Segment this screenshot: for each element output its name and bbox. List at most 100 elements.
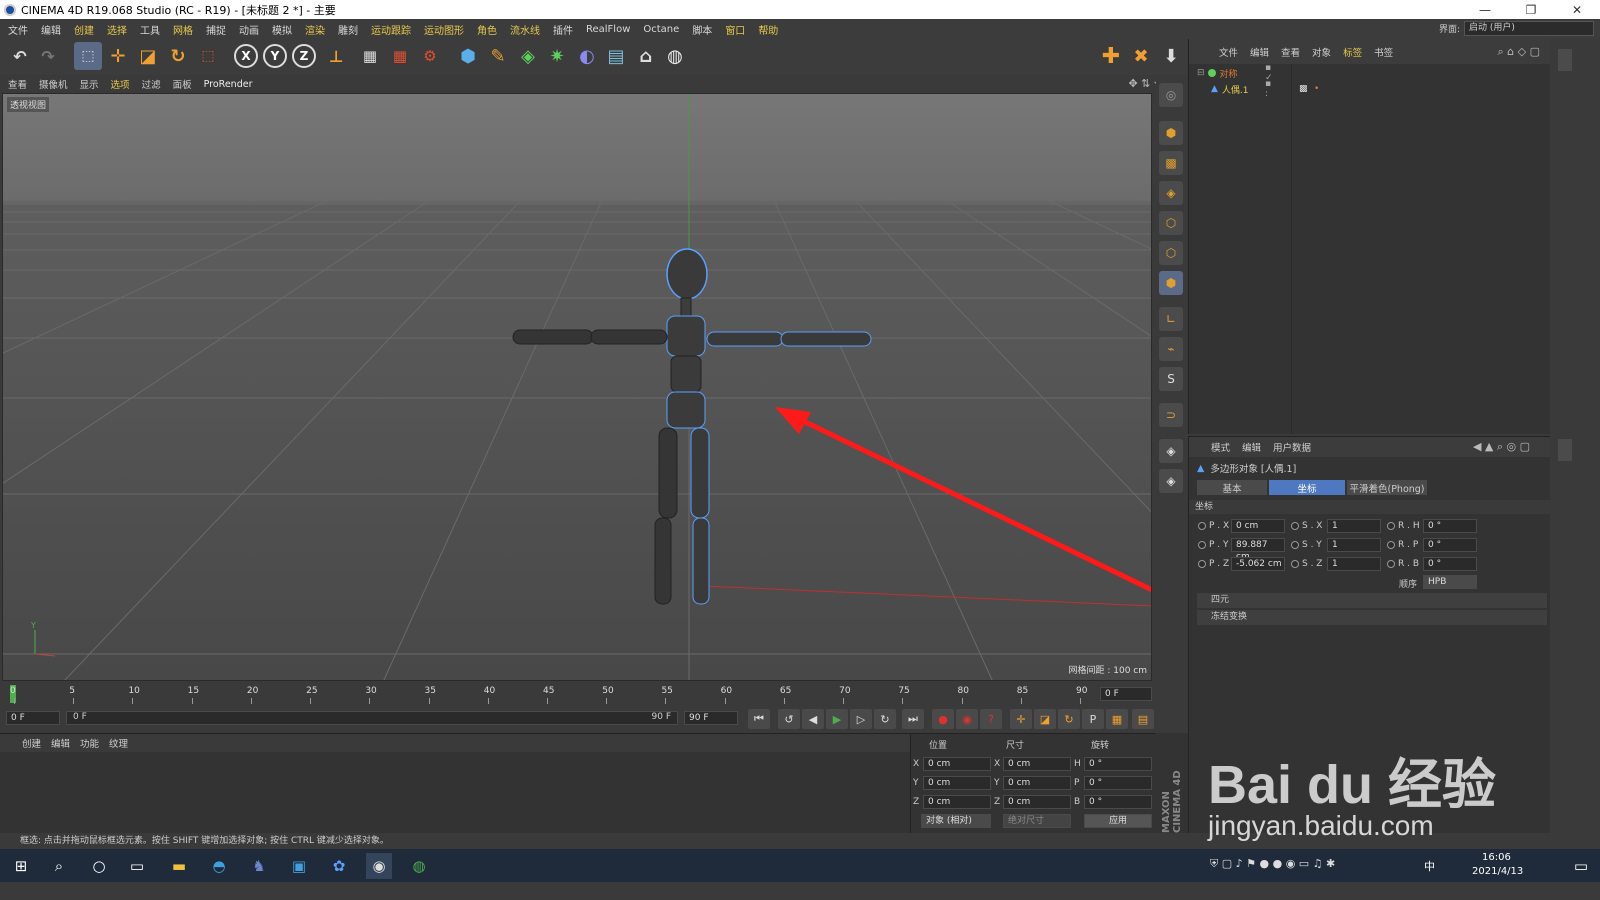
menu-simulate[interactable]: 模拟 xyxy=(272,22,292,37)
menu-motion-tracking[interactable]: 运动跟踪 xyxy=(371,22,411,37)
tweak-mode-icon[interactable]: ⌁ xyxy=(1159,337,1183,361)
record-icon[interactable]: ● xyxy=(932,709,954,729)
goto-end-icon[interactable]: ⏭ xyxy=(902,709,924,729)
coord-size-z[interactable]: 0 cm xyxy=(1003,795,1071,809)
coord-pos-y[interactable]: 0 cm xyxy=(923,776,991,790)
tray-icons[interactable]: ⛨ ▢ ♪ ⚑ ● ● ◉ ▭ ♫ ✱ xyxy=(1210,857,1335,871)
coord-rot-h[interactable]: 0 ° xyxy=(1084,757,1152,771)
attr-menu-edit[interactable]: 编辑 xyxy=(1242,440,1261,454)
rb-radio[interactable] xyxy=(1387,560,1395,568)
scale-icon[interactable]: ◪ xyxy=(134,42,162,70)
x-axis-lock-icon[interactable]: X xyxy=(234,44,258,68)
frame-range-slider[interactable]: 0 F 90 F xyxy=(66,711,678,725)
mat-tab-edit[interactable]: 编辑 xyxy=(51,736,70,750)
next-key-icon[interactable]: ↻ xyxy=(874,709,896,729)
sy-radio[interactable] xyxy=(1291,541,1299,549)
axis-mode-icon[interactable]: ∟ xyxy=(1159,307,1183,331)
viewport-menu-display[interactable]: 显示 xyxy=(80,77,99,91)
menu-window[interactable]: 窗口 xyxy=(725,22,745,37)
menu-file[interactable]: 文件 xyxy=(8,22,28,37)
coord-size-y[interactable]: 0 cm xyxy=(1003,776,1071,790)
keyframe-selection-icon[interactable]: ? xyxy=(980,709,1002,729)
key-rotation-icon[interactable]: ↻ xyxy=(1058,709,1080,729)
menu-octane[interactable]: Octane xyxy=(643,24,679,35)
menu-character[interactable]: 角色 xyxy=(477,22,497,37)
menu-mograph[interactable]: 运动图形 xyxy=(424,22,464,37)
viewport-menu-view[interactable]: 查看 xyxy=(8,77,27,91)
side-tab-attributes[interactable] xyxy=(1558,439,1572,461)
mat-tab-texture[interactable]: 纹理 xyxy=(109,736,128,750)
menu-snap[interactable]: 捕捉 xyxy=(206,22,226,37)
viewport-menu-prorender[interactable]: ProRender xyxy=(204,79,253,90)
points-mode-icon[interactable]: ⬡ xyxy=(1159,211,1183,235)
magnet-icon[interactable]: ⊃ xyxy=(1159,403,1183,427)
subdivision-surface-icon[interactable]: ◈ xyxy=(514,42,542,70)
sx-field[interactable]: 1 xyxy=(1327,519,1381,533)
py-radio[interactable] xyxy=(1198,541,1206,549)
menu-plugins[interactable]: 插件 xyxy=(553,22,573,37)
tree-item-label[interactable]: 人偶.1 xyxy=(1222,83,1249,96)
snap-icon[interactable]: S xyxy=(1159,367,1183,391)
visibility-icon[interactable]: ▪ : xyxy=(1265,79,1271,99)
mat-tab-create[interactable]: 创建 xyxy=(22,736,41,750)
start-icon[interactable]: ⊞ xyxy=(8,853,34,879)
coord-rot-b[interactable]: 0 ° xyxy=(1084,795,1152,809)
phong-tag-icon[interactable]: • xyxy=(1314,84,1319,94)
deformer-icon[interactable]: ◐ xyxy=(573,42,601,70)
render-view-icon[interactable]: ▦ xyxy=(356,42,384,70)
coord-pos-z[interactable]: 0 cm xyxy=(923,795,991,809)
live-selection-icon[interactable]: ⬚ xyxy=(74,42,102,70)
menu-script[interactable]: 脚本 xyxy=(692,22,712,37)
menu-create[interactable]: 创建 xyxy=(74,22,94,37)
menu-edit[interactable]: 编辑 xyxy=(41,22,61,37)
rp-field[interactable]: 0 ° xyxy=(1423,538,1477,552)
render-settings-icon[interactable]: ⚙ xyxy=(416,42,444,70)
rp-radio[interactable] xyxy=(1387,541,1395,549)
px-field[interactable]: 0 cm xyxy=(1231,519,1285,533)
model-mode-icon[interactable]: ⬢ xyxy=(1159,121,1183,145)
autokey-icon[interactable]: ◉ xyxy=(956,709,978,729)
attr-tab-phong[interactable]: 平滑着色(Phong) xyxy=(1347,480,1427,495)
object-tab-edit[interactable]: 编辑 xyxy=(1250,45,1269,59)
end-frame-field[interactable]: 90 F xyxy=(684,711,738,725)
cloner-icon[interactable]: ✷ xyxy=(543,42,571,70)
add-icon[interactable]: ✚ xyxy=(1097,42,1125,70)
quaternion-section[interactable]: 四元 xyxy=(1197,593,1547,608)
baidu-icon[interactable]: ✿ xyxy=(326,853,352,879)
tweak-icon[interactable]: ✖ xyxy=(1127,42,1155,70)
light-icon[interactable]: ◍ xyxy=(661,42,689,70)
apply-button[interactable]: 应用 xyxy=(1084,814,1152,828)
lock-workplane-icon[interactable]: ◈ xyxy=(1159,439,1183,463)
object-tab-file[interactable]: 文件 xyxy=(1219,45,1238,59)
menu-animate[interactable]: 动画 xyxy=(239,22,259,37)
minimize-button[interactable]: — xyxy=(1462,0,1508,19)
camera-icon[interactable]: ⌂ xyxy=(632,42,660,70)
maximize-button[interactable]: ❐ xyxy=(1508,0,1554,19)
coord-mode-dropdown[interactable]: 对象 (相对) xyxy=(921,814,991,828)
freeze-transform-section[interactable]: 冻结变换 xyxy=(1197,610,1547,625)
menu-render[interactable]: 渲染 xyxy=(305,22,325,37)
coord-rot-p[interactable]: 0 ° xyxy=(1084,776,1152,790)
key-position-icon[interactable]: ✛ xyxy=(1010,709,1032,729)
edges-mode-icon[interactable]: ⬡ xyxy=(1159,241,1183,265)
key-param-icon[interactable]: P xyxy=(1082,709,1104,729)
polygons-mode-icon[interactable]: ⬢ xyxy=(1159,271,1183,295)
menu-pipeline[interactable]: 流水线 xyxy=(510,22,540,37)
mat-tab-function[interactable]: 功能 xyxy=(80,736,99,750)
coord-pos-x[interactable]: 0 cm xyxy=(923,757,991,771)
current-frame-field[interactable]: 0 F xyxy=(1100,687,1152,701)
collapse-icon[interactable]: ⊟ xyxy=(1197,68,1205,78)
coord-size-x[interactable]: 0 cm xyxy=(1003,757,1071,771)
task-view-icon[interactable]: ▭ xyxy=(124,853,150,879)
timeline-ruler[interactable]: 0 5 10 15 20 25 30 35 40 45 50 55 60 65 70 75 80 85 90 0 F xyxy=(0,683,1155,705)
edge-icon[interactable]: ◓ xyxy=(206,853,232,879)
menu-realflow[interactable]: RealFlow xyxy=(586,24,630,35)
viewport-menu-filter[interactable]: 过滤 xyxy=(142,77,161,91)
attr-menu-mode[interactable]: 模式 xyxy=(1211,440,1230,454)
tree-item-symmetry[interactable]: ⊟ 对称 ▪ ✓ xyxy=(1197,63,1273,83)
recent-tool-icon[interactable]: ⬚ xyxy=(194,42,222,70)
close-button[interactable]: ✕ xyxy=(1554,0,1600,19)
py-field[interactable]: 89.887 cm xyxy=(1231,538,1285,562)
play-icon[interactable]: ▶ xyxy=(826,709,848,729)
menu-select[interactable]: 选择 xyxy=(107,22,127,37)
